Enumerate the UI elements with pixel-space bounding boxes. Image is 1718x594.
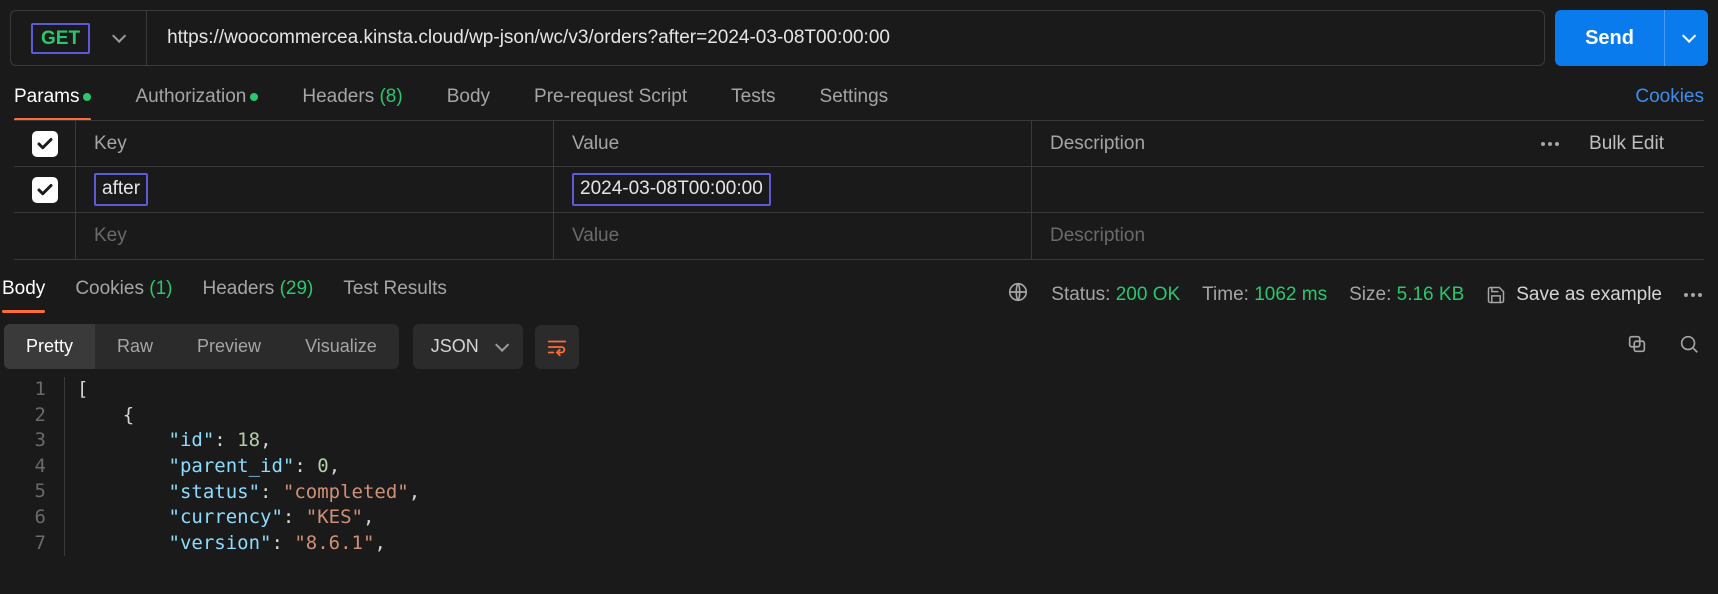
time-value: 1062 ms xyxy=(1254,284,1327,305)
tab-params[interactable]: Params xyxy=(14,86,91,120)
param-description-input[interactable]: Description xyxy=(1032,213,1704,259)
param-key-value: after xyxy=(94,173,148,206)
tab-headers[interactable]: Headers (8) xyxy=(302,86,402,120)
params-table: Key Value Description Bulk Edit after 20… xyxy=(14,120,1704,260)
tab-pre-request[interactable]: Pre-request Script xyxy=(534,86,687,120)
save-icon xyxy=(1486,285,1506,305)
size-label: Size: 5.16 KB xyxy=(1349,284,1464,306)
time-label: Time: 1062 ms xyxy=(1202,284,1327,306)
send-dropdown-button[interactable] xyxy=(1664,10,1708,66)
chevron-down-icon xyxy=(495,337,509,351)
param-value-input[interactable]: Value xyxy=(554,213,1032,259)
view-mode-raw[interactable]: Raw xyxy=(95,324,175,369)
response-tab-test-results[interactable]: Test Results xyxy=(343,278,446,312)
response-tab-body[interactable]: Body xyxy=(2,278,45,312)
row-enable-checkbox[interactable] xyxy=(32,177,58,203)
response-body-viewer[interactable]: 1234567 [ { "id": 18, "parent_id": 0, "s… xyxy=(0,377,1718,556)
tab-label: Authorization xyxy=(135,86,246,107)
search-icon[interactable] xyxy=(1678,333,1700,360)
view-mode-preview[interactable]: Preview xyxy=(175,324,283,369)
view-mode-pretty[interactable]: Pretty xyxy=(4,324,95,369)
response-more-options-icon[interactable] xyxy=(1684,293,1702,297)
response-tab-headers[interactable]: Headers (29) xyxy=(202,278,313,312)
body-format-selector[interactable]: JSON xyxy=(413,324,523,369)
status-value: 200 OK xyxy=(1116,284,1180,305)
wrap-icon xyxy=(546,336,568,358)
table-row-new: Key Value Description xyxy=(14,213,1704,259)
modified-dot-icon xyxy=(250,93,258,101)
select-all-checkbox[interactable] xyxy=(32,131,58,157)
globe-icon[interactable] xyxy=(1007,281,1029,309)
tab-authorization[interactable]: Authorization xyxy=(135,86,258,120)
tab-count: (29) xyxy=(280,278,314,299)
more-options-icon[interactable] xyxy=(1541,142,1559,146)
format-label: JSON xyxy=(431,336,479,357)
chevron-down-icon xyxy=(1682,29,1696,43)
check-icon xyxy=(36,135,54,153)
copy-icon[interactable] xyxy=(1626,333,1648,360)
check-icon xyxy=(36,181,54,199)
send-button[interactable]: Send xyxy=(1555,10,1664,66)
chevron-down-icon xyxy=(112,29,126,43)
http-method-badge: GET xyxy=(31,23,90,54)
tab-count: (8) xyxy=(379,86,402,107)
wrap-lines-button[interactable] xyxy=(535,325,579,369)
tab-tests[interactable]: Tests xyxy=(731,86,775,120)
tab-label: Headers xyxy=(202,278,274,299)
param-value-cell[interactable]: 2024-03-08T00:00:00 xyxy=(554,167,1032,212)
size-value: 5.16 KB xyxy=(1397,284,1465,305)
param-key-input[interactable]: Key xyxy=(76,213,554,259)
tab-label: Params xyxy=(14,86,79,107)
table-row: after 2024-03-08T00:00:00 xyxy=(14,167,1704,213)
modified-dot-icon xyxy=(83,93,91,101)
column-header-value: Value xyxy=(554,121,1032,166)
save-example-label: Save as example xyxy=(1516,284,1662,306)
status-label: Status: 200 OK xyxy=(1051,284,1180,306)
tab-count: (1) xyxy=(149,278,172,299)
tab-label: Cookies xyxy=(75,278,144,299)
param-value-value: 2024-03-08T00:00:00 xyxy=(572,173,771,206)
http-method-selector[interactable]: GET xyxy=(11,11,147,65)
save-as-example-button[interactable]: Save as example xyxy=(1486,284,1662,306)
view-mode-visualize[interactable]: Visualize xyxy=(283,324,399,369)
response-tab-cookies[interactable]: Cookies (1) xyxy=(75,278,172,312)
tab-settings[interactable]: Settings xyxy=(820,86,889,120)
tab-label: Headers xyxy=(302,86,374,107)
request-url-input[interactable] xyxy=(147,11,1544,65)
tab-body[interactable]: Body xyxy=(447,86,490,120)
param-key-cell[interactable]: after xyxy=(76,167,554,212)
cookies-link[interactable]: Cookies xyxy=(1635,86,1704,120)
line-number-gutter: 1234567 xyxy=(0,377,64,556)
param-description-cell[interactable] xyxy=(1032,167,1704,212)
bulk-edit-button[interactable]: Bulk Edit xyxy=(1589,133,1664,155)
column-header-key: Key xyxy=(76,121,554,166)
column-header-description: Description xyxy=(1050,133,1145,155)
